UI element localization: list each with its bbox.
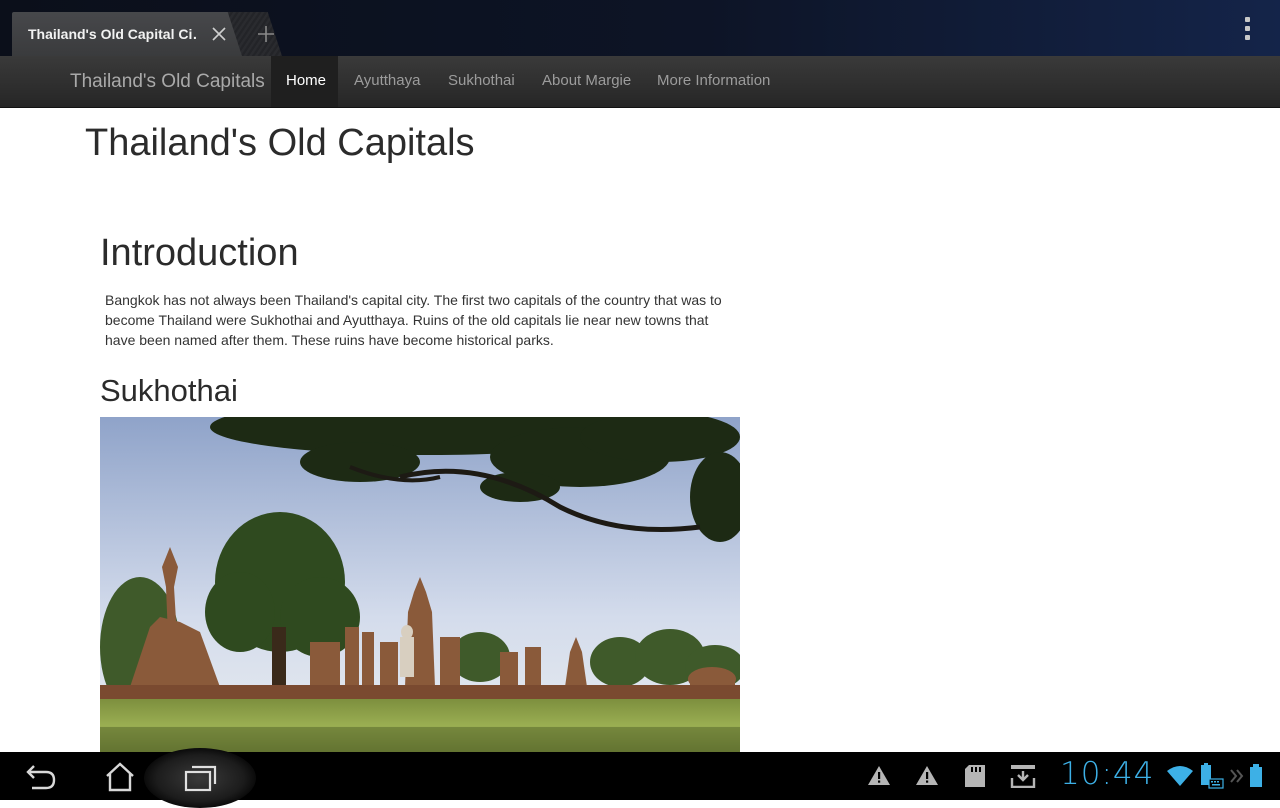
more-icon[interactable] bbox=[1230, 768, 1244, 788]
introduction-paragraph: Bangkok has not always been Thailand's c… bbox=[105, 292, 722, 348]
site-brand[interactable]: Thailand's Old Capitals bbox=[70, 71, 265, 93]
nav-home[interactable]: Home bbox=[271, 56, 338, 107]
warning-icon[interactable] bbox=[915, 764, 939, 790]
plus-icon[interactable] bbox=[256, 24, 276, 44]
nav-ayutthaya[interactable]: Ayutthaya bbox=[339, 56, 435, 107]
download-icon[interactable] bbox=[1010, 764, 1036, 792]
back-icon[interactable] bbox=[20, 760, 60, 794]
system-navigation-bar: 10:44 bbox=[0, 748, 1280, 808]
sd-card-icon[interactable] bbox=[963, 764, 987, 792]
site-navbar: Thailand's Old Capitals Home Ayutthaya S… bbox=[0, 56, 1280, 108]
close-icon[interactable] bbox=[210, 25, 228, 43]
nav-about-margie[interactable]: About Margie bbox=[527, 56, 646, 107]
home-icon[interactable] bbox=[100, 760, 140, 794]
browser-tab-strip: Thailand's Old Capital Ci… bbox=[0, 0, 1280, 56]
warning-icon[interactable] bbox=[867, 764, 891, 790]
battery-keyboard-icon[interactable] bbox=[1198, 762, 1224, 794]
sukhothai-photo bbox=[100, 417, 740, 752]
battery-icon[interactable] bbox=[1249, 764, 1263, 792]
wifi-icon[interactable] bbox=[1166, 765, 1194, 791]
nav-sukhothai[interactable]: Sukhothai bbox=[433, 56, 530, 107]
page-title: Thailand's Old Capitals bbox=[85, 122, 475, 164]
nav-more-information[interactable]: More Information bbox=[642, 56, 785, 107]
sukhothai-heading: Sukhothai bbox=[100, 373, 238, 408]
introduction-heading: Introduction bbox=[100, 232, 299, 274]
browser-tab[interactable]: Thailand's Old Capital Ci… bbox=[12, 12, 238, 56]
tab-title: Thailand's Old Capital Ci… bbox=[28, 26, 198, 42]
overflow-menu-icon[interactable] bbox=[1238, 16, 1258, 42]
status-clock[interactable]: 10:44 bbox=[1060, 756, 1154, 792]
recent-apps-icon[interactable] bbox=[180, 760, 220, 794]
